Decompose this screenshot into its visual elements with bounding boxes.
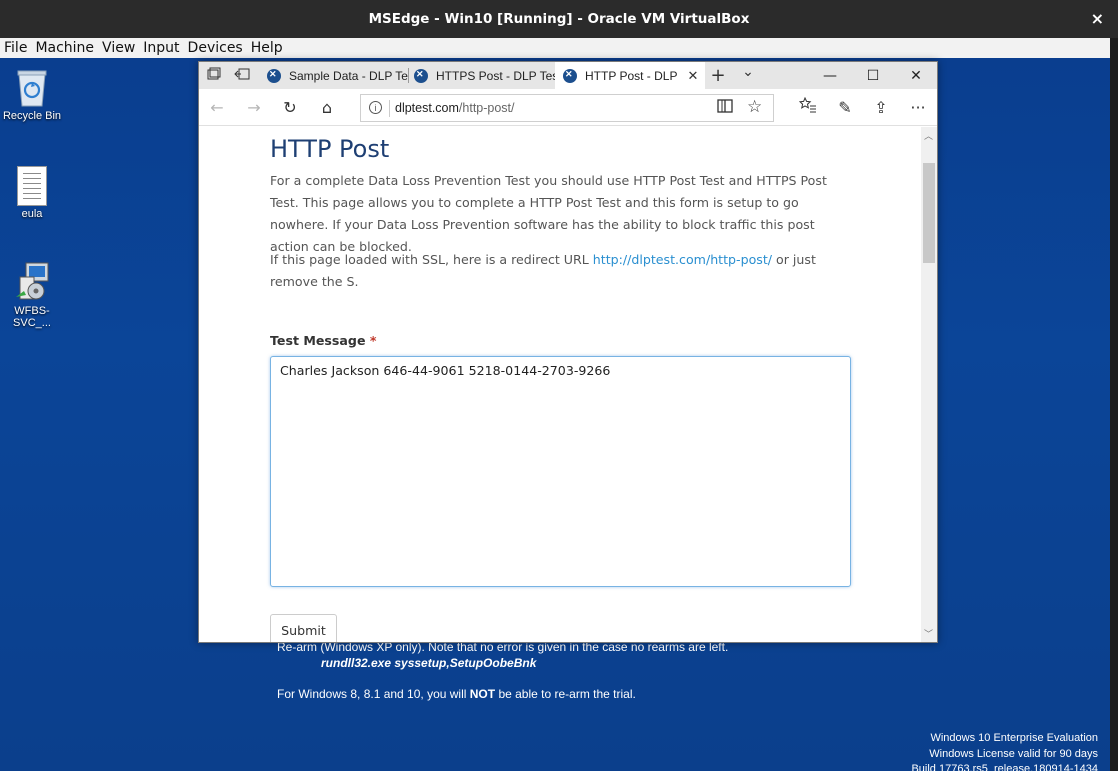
share-icon[interactable]: ⇪: [870, 97, 892, 119]
menu-machine[interactable]: Machine: [35, 40, 94, 56]
page-title: HTTP Post: [270, 135, 390, 163]
reading-view-icon[interactable]: [717, 99, 733, 117]
edge-browser-window: Sample Data - DLP Te HTTPS Post - DLP Te…: [198, 61, 938, 643]
submit-button[interactable]: Submit: [270, 614, 337, 642]
tab-strip: Sample Data - DLP Te HTTPS Post - DLP Te…: [199, 62, 937, 89]
menu-view[interactable]: View: [102, 40, 135, 56]
scrollbar-thumb[interactable]: [923, 163, 935, 263]
new-tab-button[interactable]: +: [709, 65, 727, 86]
desktop-icon-eula[interactable]: eula: [0, 166, 64, 220]
page-scrollbar[interactable]: ︿ ﹀: [921, 127, 937, 642]
recycle-bin-icon: [15, 66, 49, 108]
address-divider: [389, 100, 390, 117]
test-message-textarea[interactable]: [270, 356, 851, 587]
redirect-link[interactable]: http://dlptest.com/http-post/: [593, 252, 772, 267]
required-asterisk: *: [369, 333, 377, 348]
page-content: HTTP Post For a complete Data Loss Preve…: [199, 127, 921, 642]
desktop-icon-recycle-bin[interactable]: Recycle Bin: [0, 66, 64, 122]
maximize-button[interactable]: ☐: [852, 62, 894, 89]
vbox-titlebar: MSEdge - Win10 [Running] - Oracle VM Vir…: [0, 0, 1118, 38]
close-window-button[interactable]: ✕: [895, 62, 937, 89]
dlp-favicon-icon: [267, 68, 281, 83]
navigation-bar: ← → ↻ ⌂ i dlptest.com/http-post/ ☆ ✎ ⇪ ·…: [199, 89, 937, 126]
forward-arrow-icon[interactable]: →: [243, 97, 265, 119]
windows-license-watermark: Windows 10 Enterprise Evaluation Windows…: [911, 732, 1098, 771]
desktop-icon-label: WFBS-SVC_...: [13, 305, 51, 329]
intro-paragraph: For a complete Data Loss Prevention Test…: [270, 173, 827, 254]
tab-https-post[interactable]: HTTPS Post - DLP Tes: [406, 62, 556, 89]
tab-sample-data[interactable]: Sample Data - DLP Te: [259, 62, 409, 89]
home-icon[interactable]: ⌂: [316, 97, 338, 119]
test-message-label: Test Message *: [270, 333, 377, 348]
vbox-title: MSEdge - Win10 [Running] - Oracle VM Vir…: [368, 11, 750, 27]
site-info-icon[interactable]: i: [369, 101, 382, 114]
menu-file[interactable]: File: [4, 40, 27, 56]
favorites-hub-icon[interactable]: [797, 96, 819, 119]
tab-list-chevron-down-icon[interactable]: ⌄: [739, 64, 757, 82]
background-command-text: rundll32.exe syssetup,SetupOobeBnk: [321, 656, 537, 670]
scroll-down-chevron-icon[interactable]: ﹀: [924, 627, 933, 640]
more-options-icon[interactable]: ···: [907, 97, 929, 119]
dlp-favicon-icon: [563, 68, 577, 83]
menu-help[interactable]: Help: [251, 40, 283, 56]
address-bar[interactable]: i dlptest.com/http-post/ ☆: [360, 94, 774, 122]
add-notes-pen-icon[interactable]: ✎: [834, 97, 856, 119]
scroll-up-chevron-icon[interactable]: ︿: [924, 129, 933, 142]
vbox-window-edge: [1110, 38, 1118, 771]
tab-close-icon[interactable]: ✕: [687, 68, 698, 84]
desktop-icon-label: Recycle Bin: [2, 110, 62, 122]
set-aside-tabs-icon[interactable]: [233, 67, 251, 85]
tab-preview-icon[interactable]: [205, 67, 223, 85]
menu-input[interactable]: Input: [143, 40, 179, 56]
vbox-close-icon[interactable]: ×: [1091, 9, 1104, 28]
setup-program-icon: [12, 261, 52, 303]
desktop-icon-label: eula: [21, 208, 43, 220]
back-arrow-icon[interactable]: ←: [206, 97, 228, 119]
tab-http-post[interactable]: HTTP Post - DLP ✕: [555, 62, 705, 89]
minimize-button[interactable]: —: [809, 62, 851, 89]
desktop-icon-wfbs[interactable]: WFBS-SVC_...: [0, 261, 64, 329]
text-document-icon: [17, 166, 47, 206]
dlp-favicon-icon: [414, 68, 428, 83]
background-text-line3: For Windows 8, 8.1 and 10, you will NOT …: [277, 687, 636, 701]
address-url[interactable]: dlptest.com/http-post/: [395, 101, 515, 115]
refresh-icon[interactable]: ↻: [279, 97, 301, 119]
favorite-star-icon[interactable]: ☆: [747, 97, 762, 117]
menu-devices[interactable]: Devices: [188, 40, 243, 56]
ssl-paragraph: If this page loaded with SSL, here is a …: [270, 252, 816, 289]
vbox-menubar: File Machine View Input Devices Help: [0, 38, 1110, 58]
